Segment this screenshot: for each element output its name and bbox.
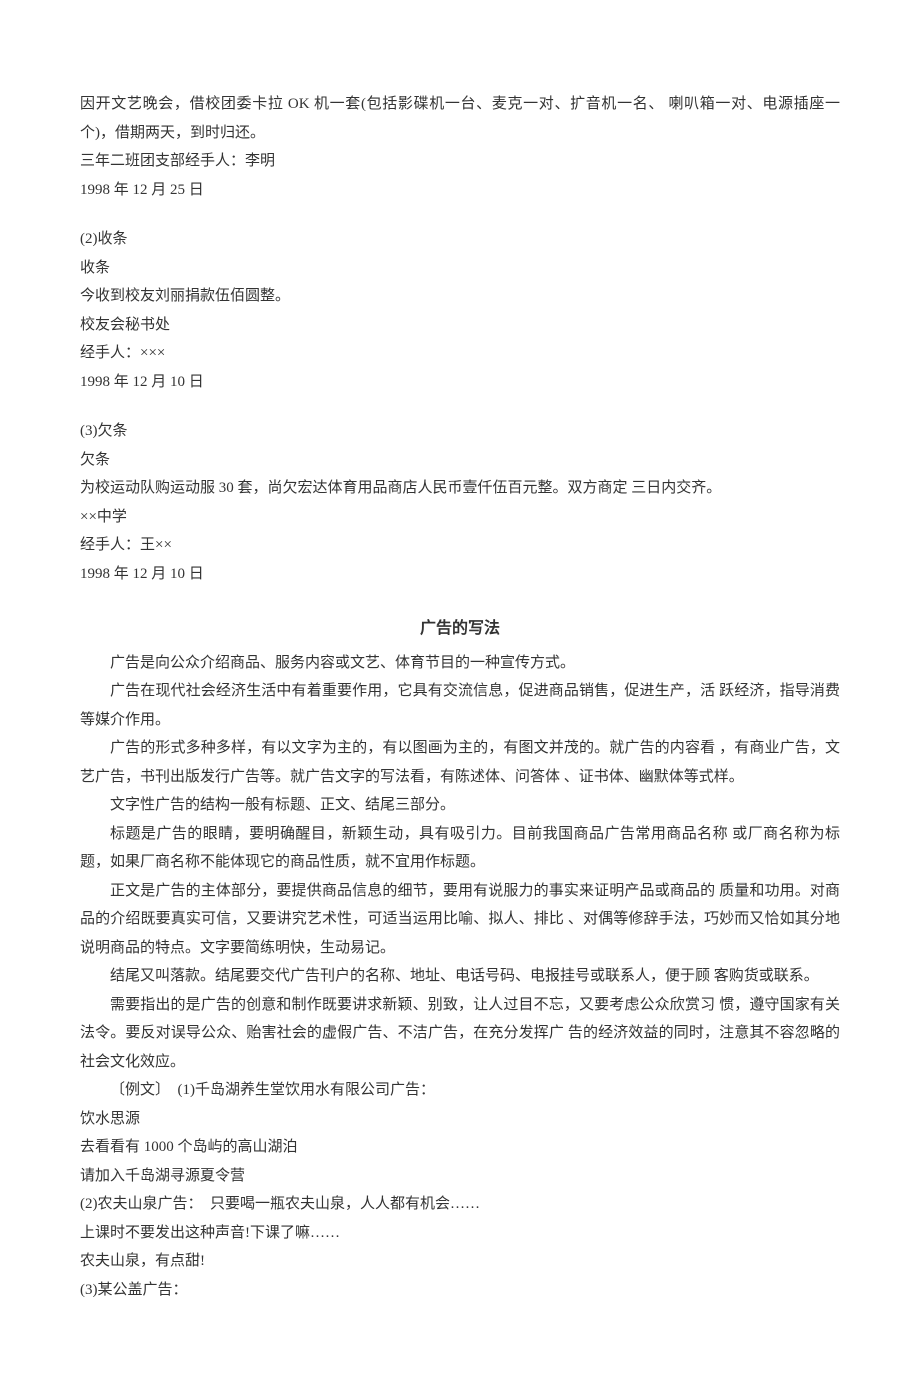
ad-paragraph: 标题是广告的眼睛，要明确醒目，新颖生动，具有吸引力。目前我国商品广告常用商品名称… <box>80 820 840 877</box>
receipt-signer: 经手人：××× <box>80 339 840 368</box>
ad-example-line: 请加入千岛湖寻源夏令营 <box>80 1162 840 1191</box>
spacer <box>80 396 840 417</box>
receipt-title: 收条 <box>80 254 840 283</box>
section-title-ads: 广告的写法 <box>80 609 840 649</box>
ad-example-line: (2)农夫山泉广告： 只要喝一瓶农夫山泉，人人都有机会…… <box>80 1190 840 1219</box>
document-page: 因开文艺晚会，借校团委卡拉 OK 机一套(包括影碟机一台、麦克一对、扩音机一名、… <box>0 0 920 1384</box>
ad-paragraph: 正文是广告的主体部分，要提供商品信息的细节，要用有说服力的事实来证明产品或商品的… <box>80 877 840 963</box>
receipt-label: (2)收条 <box>80 225 840 254</box>
ad-paragraph: 结尾又叫落款。结尾要交代广告刊户的名称、地址、电话号码、电报挂号或联系人，便于顾… <box>80 962 840 991</box>
iou-title: 欠条 <box>80 446 840 475</box>
receipt-body: 今收到校友刘丽捐款伍佰圆整。 <box>80 282 840 311</box>
ad-example-line: (3)某公盖广告： <box>80 1276 840 1305</box>
spacer <box>80 204 840 225</box>
iou-label: (3)欠条 <box>80 417 840 446</box>
ad-example-line: 饮水思源 <box>80 1105 840 1134</box>
ad-paragraph: 需要指出的是广告的创意和制作既要讲求新颖、别致，让人过目不忘，又要考虑公众欣赏习… <box>80 991 840 1077</box>
ad-paragraph: 广告是向公众介绍商品、服务内容或文艺、体育节目的一种宣传方式。 <box>80 649 840 678</box>
ad-example-heading: 〔例文〕 (1)千岛湖养生堂饮用水有限公司广告： <box>80 1076 840 1105</box>
iou-body: 为校运动队购运动服 30 套，尚欠宏达体育用品商店人民币壹仟伍百元整。双方商定 … <box>80 474 840 503</box>
iou-org: ××中学 <box>80 503 840 532</box>
ad-example-line: 农夫山泉，有点甜! <box>80 1247 840 1276</box>
ad-example-line: 去看看有 1000 个岛屿的高山湖泊 <box>80 1133 840 1162</box>
note-signer: 三年二班团支部经手人：李明 <box>80 147 840 176</box>
ad-paragraph: 广告在现代社会经济生活中有着重要作用，它具有交流信息，促进商品销售，促进生产，活… <box>80 677 840 734</box>
iou-signer: 经手人：王×× <box>80 531 840 560</box>
ad-example-line: 上课时不要发出这种声音!下课了嘛…… <box>80 1219 840 1248</box>
ad-paragraph: 文字性广告的结构一般有标题、正文、结尾三部分。 <box>80 791 840 820</box>
ad-paragraph: 广告的形式多种多样，有以文字为主的，有以图画为主的，有图文并茂的。就广告的内容看… <box>80 734 840 791</box>
note-date: 1998 年 12 月 25 日 <box>80 176 840 205</box>
note-body: 因开文艺晚会，借校团委卡拉 OK 机一套(包括影碟机一台、麦克一对、扩音机一名、… <box>80 90 840 147</box>
receipt-org: 校友会秘书处 <box>80 311 840 340</box>
spacer <box>80 588 840 609</box>
receipt-date: 1998 年 12 月 10 日 <box>80 368 840 397</box>
iou-date: 1998 年 12 月 10 日 <box>80 560 840 589</box>
